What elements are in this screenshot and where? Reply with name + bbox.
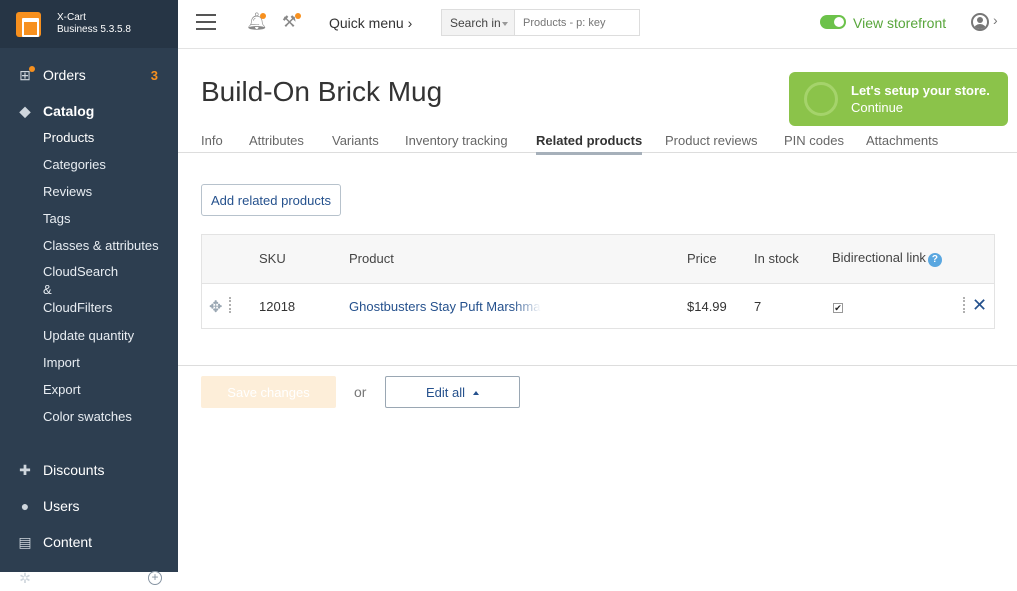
- sidebar-item-label: Content: [43, 534, 93, 550]
- sidebar-item-users[interactable]: ● Users: [0, 493, 178, 519]
- sidebar-item-catalog[interactable]: ◆ Catalog: [0, 98, 178, 124]
- sidebar-subitem-cloudsearch[interactable]: CloudSearch & CloudFilters: [0, 259, 120, 322]
- chevron-right-icon: ›: [407, 15, 413, 31]
- drag-move-icon[interactable]: ✥: [209, 297, 222, 317]
- sidebar-item-label: Orders: [43, 67, 86, 83]
- sidebar-subitem-tags[interactable]: Tags: [0, 205, 178, 232]
- tab-attributes[interactable]: Attributes: [249, 133, 304, 148]
- topbar: 🔔︎ ⚒ Quick menu › Search in View storefr…: [178, 0, 1017, 49]
- sidebar-item-label: Sales channels: [43, 570, 138, 586]
- notification-dot: [295, 13, 301, 19]
- tab-info[interactable]: Info: [201, 133, 223, 148]
- xcart-logo-icon: [16, 11, 41, 37]
- sidebar-subitem-import[interactable]: Import: [0, 349, 178, 376]
- column-header-product[interactable]: Product: [349, 251, 394, 266]
- sales-channels-icon: ✲: [19, 569, 31, 586]
- column-header-bidirectional: Bidirectional link?: [832, 250, 942, 267]
- bidirectional-checkbox[interactable]: ✔: [833, 303, 843, 313]
- sidebar-subitem-update-quantity[interactable]: Update quantity: [0, 322, 178, 349]
- sidebar-subitem-categories[interactable]: Categories: [0, 151, 178, 178]
- gift-icon: ✚: [19, 461, 31, 478]
- row-separator-icon: [963, 297, 965, 313]
- quick-menu[interactable]: Quick menu ›: [329, 15, 412, 31]
- sidebar-item-label: Discounts: [43, 462, 105, 478]
- setup-banner-continue[interactable]: Continue: [851, 100, 903, 115]
- tab-pin-codes[interactable]: PIN codes: [784, 133, 844, 148]
- sidebar-item-label: Users: [43, 498, 80, 514]
- footer-divider: [178, 365, 1017, 366]
- edit-all-label: Edit all: [425, 384, 466, 400]
- sidebar-subitem-reviews[interactable]: Reviews: [0, 178, 178, 205]
- brand-name: X-Cart: [57, 12, 86, 23]
- tab-attachments[interactable]: Attachments: [866, 133, 938, 148]
- product-link[interactable]: Ghostbusters Stay Puft Marshmallow: [349, 299, 541, 314]
- table-header: SKU Product Price In stock Bidirectional…: [202, 235, 994, 283]
- sidebar-item-discounts[interactable]: ✚ Discounts: [0, 457, 178, 483]
- column-header-sku[interactable]: SKU: [259, 251, 286, 266]
- search-box: Search in: [441, 9, 640, 36]
- column-header-in-stock[interactable]: In stock: [754, 251, 799, 266]
- cell-sku: 12018: [259, 299, 296, 314]
- tab-related-products[interactable]: Related products: [536, 133, 643, 155]
- sidebar-nav: ⊞ Orders 3 ◆ Catalog Products Categories…: [0, 62, 178, 591]
- sidebar: X-Cart Business 5.3.5.8 ⊞ Orders 3 ◆ Cat…: [0, 0, 178, 586]
- sidebar-item-sales-channels[interactable]: ✲ Sales channels +: [0, 565, 178, 591]
- caret-up-icon: [473, 388, 480, 395]
- column-header-bidirectional-label: Bidirectional link: [832, 250, 926, 265]
- edit-all-button[interactable]: Edit all: [385, 376, 520, 408]
- tab-inventory-tracking[interactable]: Inventory tracking: [405, 133, 508, 148]
- product-tabs: Info Attributes Variants Inventory track…: [178, 132, 1017, 155]
- related-products-table: SKU Product Price In stock Bidirectional…: [201, 234, 995, 329]
- search-input[interactable]: [515, 10, 635, 35]
- setup-store-banner[interactable]: Let's setup your store. Continue: [789, 72, 1008, 126]
- menu-burger-icon[interactable]: [196, 14, 216, 30]
- page-title: Build-On Brick Mug: [201, 76, 443, 107]
- sidebar-subitem-color-swatches[interactable]: Color swatches: [0, 403, 178, 430]
- chevron-right-icon[interactable]: ›: [993, 12, 998, 28]
- cell-price: $14.99: [687, 299, 727, 314]
- table-row: ✥ 12018 Ghostbusters Stay Puft Marshmall…: [202, 283, 994, 329]
- brand-text: X-Cart Business 5.3.5.8: [57, 12, 131, 36]
- user-avatar-icon[interactable]: [971, 13, 989, 31]
- quick-menu-label: Quick menu: [329, 15, 404, 31]
- add-related-products-button[interactable]: Add related products: [201, 184, 341, 216]
- sidebar-subitem-export[interactable]: Export: [0, 376, 178, 403]
- users-icon: ●: [20, 498, 30, 514]
- orders-count-badge: 3: [150, 67, 158, 83]
- sidebar-item-content[interactable]: ▤ Content: [0, 529, 178, 555]
- brand-edition: Business 5.3.5.8: [57, 24, 131, 35]
- sidebar-item-label: Catalog: [43, 103, 95, 119]
- tab-variants[interactable]: Variants: [332, 133, 379, 148]
- sidebar-subitem-products[interactable]: Products: [0, 124, 178, 151]
- help-icon[interactable]: ?: [927, 253, 942, 267]
- sidebar-item-orders[interactable]: ⊞ Orders 3: [0, 62, 178, 88]
- expand-plus-icon[interactable]: +: [148, 571, 162, 585]
- setup-banner-title: Let's setup your store.: [851, 83, 990, 98]
- brand[interactable]: X-Cart Business 5.3.5.8: [0, 0, 178, 48]
- tab-product-reviews[interactable]: Product reviews: [665, 133, 757, 148]
- notification-dot: [260, 13, 266, 19]
- notification-dot: [29, 66, 35, 72]
- drag-handle-icon[interactable]: [229, 297, 231, 313]
- save-changes-button[interactable]: Save changes: [201, 376, 336, 408]
- content-icon: ▤: [18, 533, 32, 550]
- sidebar-subitem-classes-attributes[interactable]: Classes & attributes: [0, 232, 178, 259]
- storefront-toggle[interactable]: [820, 15, 846, 29]
- column-header-price[interactable]: Price: [687, 251, 717, 266]
- cell-in-stock: 7: [754, 299, 762, 314]
- view-storefront-link[interactable]: View storefront: [853, 15, 946, 31]
- remove-close-icon[interactable]: ✕: [972, 295, 987, 316]
- search-in-select[interactable]: Search in: [442, 10, 515, 35]
- progress-ring-icon: [804, 82, 838, 116]
- or-label: or: [354, 384, 367, 400]
- tag-icon: ◆: [19, 102, 31, 119]
